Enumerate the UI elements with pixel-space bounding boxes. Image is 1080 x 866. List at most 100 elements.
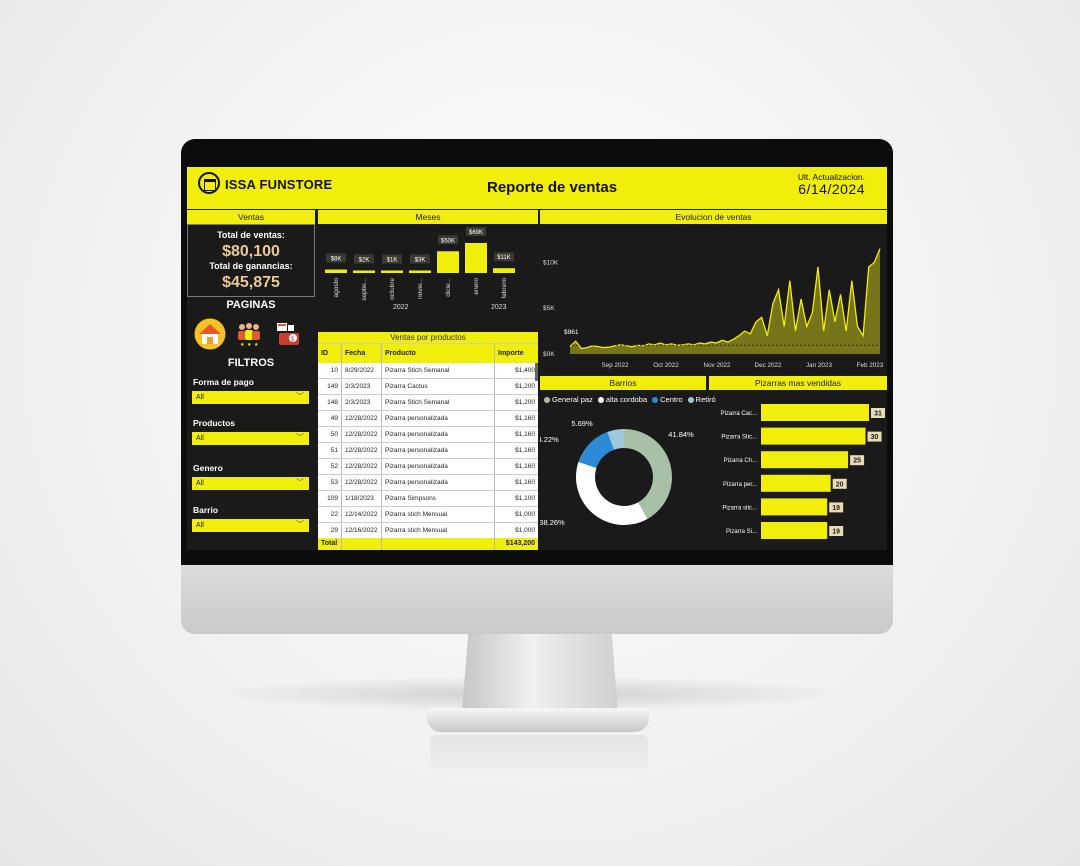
table-row[interactable]: 148 2/3/2023 Pizarra Stich Semanal $1,200 xyxy=(318,395,538,411)
x-tick-label: Sep 2022 xyxy=(602,362,629,369)
table-row[interactable]: 109 1/18/2023 Pizarra Simpsons $1,100 xyxy=(318,491,538,507)
cashier-icon[interactable]: $ xyxy=(276,321,302,347)
month-bar[interactable] xyxy=(409,270,431,274)
month-data-label: $11K xyxy=(497,255,511,261)
board-bar[interactable] xyxy=(761,498,828,516)
board-bar[interactable] xyxy=(761,427,866,445)
table-row[interactable]: 52 12/28/2022 Pizarra personalizada $1,160 xyxy=(318,459,538,475)
table-cell: 12/28/2022 xyxy=(342,427,382,442)
gender-filter-dropdown[interactable]: All ﹀ xyxy=(192,477,309,490)
table-cell: $1,200 xyxy=(515,383,535,390)
payment-filter-value: All xyxy=(196,394,204,401)
neighborhood-filter-dropdown[interactable]: All ﹀ xyxy=(192,519,309,532)
table-cell: Pizarra personalizada xyxy=(382,475,495,490)
table-cell: $1,160 xyxy=(515,415,535,422)
column-header-amount[interactable]: Importe xyxy=(495,344,538,363)
filter-label-products: Productos xyxy=(193,418,236,428)
table-scrollbar[interactable] xyxy=(535,363,538,381)
column-header-id[interactable]: ID xyxy=(318,344,342,363)
table-cell: 149 xyxy=(318,379,342,394)
year-label-2023: 2023 xyxy=(491,304,507,311)
board-bar[interactable] xyxy=(761,451,849,469)
svg-text:★: ★ xyxy=(240,342,245,347)
table-row[interactable]: 51 12/28/2022 Pizarra personalizada $1,160 xyxy=(318,443,538,459)
total-spacer xyxy=(382,538,495,550)
table-row[interactable]: 149 2/3/2023 Pizarra Cactus $1,200 xyxy=(318,379,538,395)
table-row[interactable]: 50 12/28/2022 Pizarra personalizada $1,160 xyxy=(318,427,538,443)
table-cell: $1,100 xyxy=(515,495,535,502)
donut-slice[interactable] xyxy=(576,461,648,525)
month-bar[interactable] xyxy=(381,270,403,274)
svg-text:★: ★ xyxy=(247,342,252,347)
column-header-date[interactable]: Fecha xyxy=(342,344,382,363)
column-header-product[interactable]: Producto xyxy=(382,344,495,363)
board-data-label: 25 xyxy=(853,458,861,465)
month-data-label: $2K xyxy=(359,258,370,264)
month-data-label: $3K xyxy=(415,258,426,264)
month-bar[interactable] xyxy=(325,269,347,273)
table-cell: 12/28/2022 xyxy=(342,411,382,426)
donut-data-label: 41.84% xyxy=(668,430,694,439)
board-bar[interactable] xyxy=(761,522,828,539)
payment-filter-dropdown[interactable]: All ﹀ xyxy=(192,391,309,404)
report-title: Reporte de ventas xyxy=(487,179,618,196)
month-bar[interactable] xyxy=(437,251,459,273)
home-icon[interactable] xyxy=(194,318,226,350)
table-row[interactable]: 22 12/14/2022 Pizarra stich Mensual $1,000 xyxy=(318,507,538,523)
table-row[interactable]: 49 12/28/2022 Pizarra personalizada $1,160 xyxy=(318,411,538,427)
month-data-label: $69K xyxy=(469,230,483,236)
table-body: 10 8/29/2022 Pizarra Stich Semanal $1,400 14… xyxy=(318,363,538,539)
legend-item[interactable]: General paz xyxy=(544,395,593,404)
table-cell: 22 xyxy=(318,507,342,522)
table-cell: 52 xyxy=(318,459,342,474)
legend-label: alta cordoba xyxy=(605,395,648,404)
legend-item[interactable]: alta cordoba xyxy=(597,395,648,404)
table-cell: 49 xyxy=(318,411,342,426)
month-bar[interactable] xyxy=(465,243,487,273)
table-cell: 53 xyxy=(318,475,342,490)
table-cell: $1,400 xyxy=(515,367,535,374)
table-cell: $1,160 xyxy=(515,447,535,454)
table-cell: 12/14/2022 xyxy=(342,507,382,522)
header-bar: ISSA FUNSTORE Reporte de ventas Ult. Act… xyxy=(187,167,887,209)
table-row[interactable]: 29 12/16/2022 Pizarra stich Mensual $1,000 xyxy=(318,523,538,539)
table-cell: Pizarra stich Mensual xyxy=(382,523,495,538)
table-cell: 10 xyxy=(318,363,342,378)
table-cell: $1,000 xyxy=(515,527,535,534)
legend-dot xyxy=(597,397,604,403)
customers-icon[interactable]: ★ ★ ★ xyxy=(235,321,263,347)
products-filter-dropdown[interactable]: All ﹀ xyxy=(192,432,309,445)
donut-data-label: 38.26% xyxy=(540,518,565,527)
board-category-label: Pizarra stic... xyxy=(722,505,757,511)
x-tick-label: Feb 2023 xyxy=(857,362,884,369)
month-tick-label: enero xyxy=(473,278,480,295)
neighborhoods-panel-title: Barrios xyxy=(540,376,706,390)
x-tick-label: Dec 2022 xyxy=(755,362,782,369)
table-cell: 2/3/2023 xyxy=(342,379,382,394)
table-cell: 12/28/2022 xyxy=(342,443,382,458)
legend-dot xyxy=(687,397,694,403)
table-row[interactable]: 10 8/29/2022 Pizarra Stich Semanal $1,400 xyxy=(318,363,538,379)
y-tick-label: $0K xyxy=(543,351,555,358)
month-bar[interactable] xyxy=(353,270,375,274)
board-bar[interactable] xyxy=(761,474,831,492)
month-bar[interactable] xyxy=(493,268,515,273)
board-category-label: Pizarra Si... xyxy=(726,529,757,535)
board-data-label: 30 xyxy=(871,434,879,441)
table-row[interactable]: 53 12/28/2022 Pizarra personalizada $1,160 xyxy=(318,475,538,491)
legend-dot xyxy=(652,397,659,403)
min-value-label: $961 xyxy=(564,329,579,336)
neighborhood-filter-value: All xyxy=(196,522,204,529)
donut-slice[interactable] xyxy=(578,432,614,468)
board-bar[interactable] xyxy=(761,404,869,421)
ventas-panel-title: Ventas xyxy=(187,210,315,224)
month-data-label: $8K xyxy=(331,257,342,263)
month-tick-label: dicie... xyxy=(445,278,452,297)
legend-item[interactable]: Centro xyxy=(652,395,683,404)
table-cell: 51 xyxy=(318,443,342,458)
board-category-label: Pizarra Cac... xyxy=(721,411,758,417)
table-cell: 2/3/2023 xyxy=(342,395,382,410)
table-cell: $1,160 xyxy=(515,431,535,438)
month-data-label: $1K xyxy=(387,258,398,264)
table-cell: Pizarra stich Mensual xyxy=(382,507,495,522)
